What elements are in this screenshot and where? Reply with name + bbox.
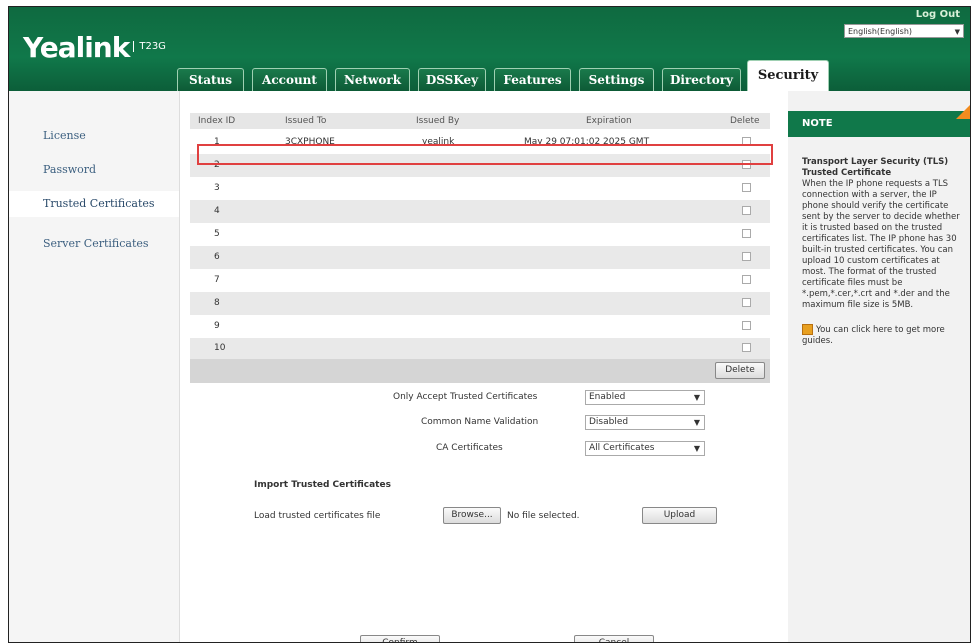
- language-value: English(English): [848, 27, 913, 36]
- browse-button[interactable]: Browse...: [443, 507, 501, 524]
- note-heading-trusted: Trusted Certificate: [802, 168, 892, 178]
- sidebar-item-password[interactable]: Password: [43, 163, 96, 176]
- row-issued-by: yealink: [422, 137, 455, 147]
- common-name-select[interactable]: Disabled ▼: [585, 415, 705, 430]
- ca-certificates-label: CA Certificates: [436, 443, 503, 453]
- tab-network[interactable]: Network: [335, 68, 410, 91]
- row-issued-to: 3CXPHONE: [285, 137, 335, 147]
- tab-directory[interactable]: Directory: [662, 68, 741, 91]
- delete-bar: Delete: [190, 359, 770, 383]
- load-file-label: Load trusted certificates file: [254, 511, 381, 521]
- only-accept-value: Enabled: [589, 392, 626, 402]
- delete-checkbox[interactable]: [742, 137, 751, 146]
- col-expiration: Expiration: [586, 116, 632, 126]
- col-index: Index ID: [198, 116, 236, 126]
- row-index: 1: [214, 137, 220, 147]
- tab-status[interactable]: Status: [177, 68, 244, 91]
- no-file-text: No file selected.: [507, 511, 580, 521]
- guide-icon: [802, 324, 813, 335]
- row-index: 10: [214, 343, 226, 353]
- table-row: 8: [190, 292, 770, 315]
- note-title: NOTE: [788, 111, 970, 137]
- delete-button[interactable]: Delete: [715, 362, 765, 379]
- delete-checkbox[interactable]: [742, 298, 751, 307]
- col-issued-by: Issued By: [416, 116, 460, 126]
- tab-features[interactable]: Features: [494, 68, 571, 91]
- tab-dsskey[interactable]: DSSKey: [418, 68, 486, 91]
- delete-checkbox[interactable]: [742, 252, 751, 261]
- app-window: Yealink T23G Log Out English(English) ▼ St…: [8, 6, 971, 643]
- table-row: 7: [190, 269, 770, 292]
- import-section-title: Import Trusted Certificates: [254, 480, 391, 490]
- table-row: 1 3CXPHONE yealink May 29 07:01:02 2025 …: [190, 131, 770, 154]
- delete-checkbox[interactable]: [742, 160, 751, 169]
- chevron-down-icon: ▼: [693, 444, 700, 453]
- table-row: 9: [190, 315, 770, 338]
- ca-certificates-value: All Certificates: [589, 443, 655, 453]
- main-content: Index ID Issued To Issued By Expiration …: [180, 91, 788, 642]
- header: Yealink T23G Log Out English(English) ▼ St…: [9, 7, 970, 91]
- sidebar: License Password Trusted Certificates Se…: [9, 91, 180, 642]
- note-guide[interactable]: You can click here to get more guides.: [802, 324, 966, 347]
- tab-settings[interactable]: Settings: [579, 68, 654, 91]
- col-issued-to: Issued To: [285, 116, 327, 126]
- cancel-button[interactable]: Cancel: [574, 635, 654, 642]
- tab-account[interactable]: Account: [252, 68, 327, 91]
- row-index: 3: [214, 183, 220, 193]
- delete-checkbox[interactable]: [742, 183, 751, 192]
- row-index: 4: [214, 206, 220, 216]
- confirm-button[interactable]: Confirm: [360, 635, 440, 642]
- delete-checkbox[interactable]: [742, 275, 751, 284]
- row-index: 8: [214, 298, 220, 308]
- only-accept-select[interactable]: Enabled ▼: [585, 390, 705, 405]
- table-row: 2: [190, 154, 770, 177]
- row-index: 2: [214, 160, 220, 170]
- upload-button[interactable]: Upload: [642, 507, 717, 524]
- row-index: 7: [214, 275, 220, 285]
- delete-checkbox[interactable]: [742, 343, 751, 352]
- col-delete: Delete: [730, 116, 760, 126]
- sidebar-item-license[interactable]: License: [43, 129, 86, 142]
- chevron-down-icon: ▼: [693, 393, 700, 402]
- table-row: 3: [190, 177, 770, 200]
- row-expiration: May 29 07:01:02 2025 GMT: [524, 137, 650, 147]
- table-row: 4: [190, 200, 770, 223]
- delete-checkbox[interactable]: [742, 229, 751, 238]
- row-index: 5: [214, 229, 220, 239]
- common-name-label: Common Name Validation: [421, 417, 539, 427]
- chevron-down-icon: ▼: [693, 418, 700, 427]
- language-select[interactable]: English(English) ▼: [844, 24, 964, 38]
- row-index: 6: [214, 252, 220, 262]
- note-guide-text: You can click here to get more guides.: [802, 325, 945, 346]
- common-name-value: Disabled: [589, 417, 629, 427]
- yealink-logo: Yealink T23G: [23, 31, 166, 64]
- table-row: 6: [190, 246, 770, 269]
- note-body: Transport Layer Security (TLS) Trusted C…: [802, 157, 966, 347]
- logout-link[interactable]: Log Out: [916, 9, 960, 20]
- note-corner-icon: [956, 103, 970, 119]
- note-panel: NOTE Transport Layer Security (TLS) Trus…: [788, 91, 970, 642]
- only-accept-label: Only Accept Trusted Certificates: [393, 392, 538, 402]
- tab-security[interactable]: Security: [747, 60, 829, 91]
- ca-certificates-select[interactable]: All Certificates ▼: [585, 441, 705, 456]
- note-text: When the IP phone requests a TLS connect…: [802, 179, 960, 310]
- delete-checkbox[interactable]: [742, 206, 751, 215]
- table-row: 5: [190, 223, 770, 246]
- sidebar-item-server-certificates[interactable]: Server Certificates: [43, 237, 149, 250]
- note-heading-tls: Transport Layer Security (TLS): [802, 157, 949, 167]
- chevron-down-icon: ▼: [954, 28, 960, 36]
- table-row: 10: [190, 338, 770, 359]
- delete-checkbox[interactable]: [742, 321, 751, 330]
- sidebar-item-trusted-certificates[interactable]: Trusted Certificates: [9, 191, 179, 217]
- model-label: T23G: [133, 40, 166, 52]
- table-header: Index ID Issued To Issued By Expiration …: [190, 113, 770, 129]
- row-index: 9: [214, 321, 220, 331]
